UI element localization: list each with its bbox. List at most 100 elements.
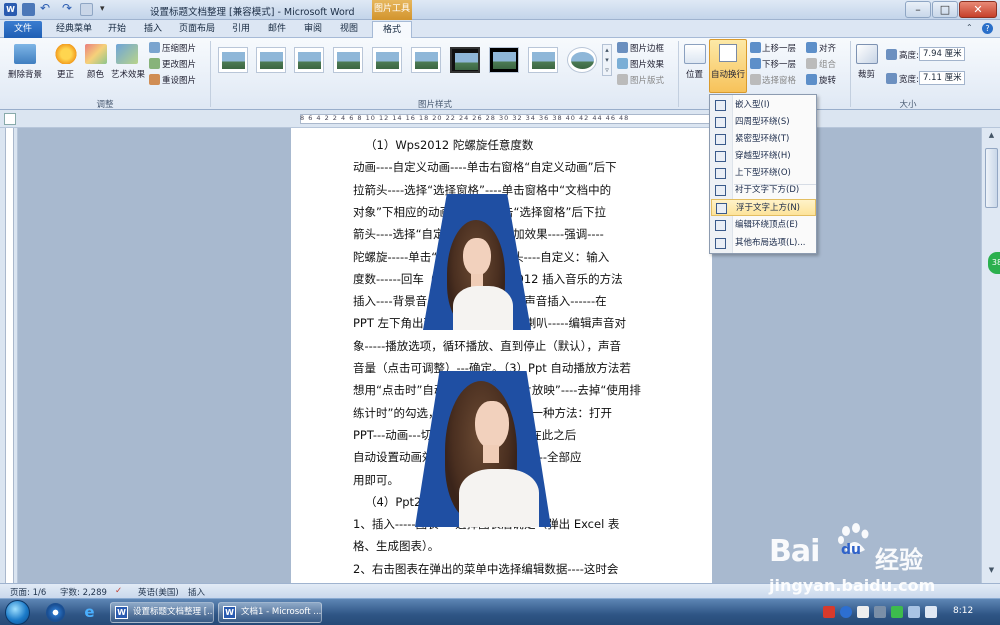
horizontal-ruler[interactable]: 8 6 4 2 2 4 6 8 10 12 14 16 18 20 22 24 …: [0, 110, 1000, 128]
scroll-thumb[interactable]: [985, 148, 998, 208]
status-mode[interactable]: 插入: [188, 586, 205, 598]
selection-pane-icon[interactable]: [750, 74, 761, 85]
picture-style-7[interactable]: [450, 47, 480, 73]
document-line[interactable]: 格、生成图表）。: [353, 535, 649, 557]
status-language[interactable]: 英语(美国): [138, 586, 179, 598]
menu-item-square[interactable]: 四周型环绕(S): [711, 114, 816, 131]
tab-format[interactable]: 格式: [372, 21, 412, 38]
vertical-ruler[interactable]: [0, 128, 18, 583]
position-icon[interactable]: [684, 44, 706, 64]
group-icon[interactable]: [806, 58, 817, 69]
width-input[interactable]: 7.11 厘米: [919, 71, 965, 85]
color-icon[interactable]: [85, 44, 107, 64]
change-picture-button[interactable]: 更改图片: [162, 58, 196, 70]
picture-border-icon[interactable]: [617, 42, 628, 53]
tab-references[interactable]: 引用: [226, 21, 256, 38]
close-button[interactable]: ✕: [959, 1, 997, 18]
correct-button[interactable]: 更正: [57, 68, 74, 80]
start-button[interactable]: [5, 600, 30, 625]
save-icon[interactable]: [22, 3, 35, 16]
quick-access-dropdown-icon[interactable]: ▾: [100, 3, 113, 16]
minimize-ribbon-icon[interactable]: ⌃: [966, 23, 976, 33]
side-badge[interactable]: 38: [988, 252, 1000, 274]
align-button[interactable]: 对齐: [819, 42, 836, 54]
picture-border-button[interactable]: 图片边框: [630, 42, 664, 54]
reset-picture-icon[interactable]: [149, 74, 160, 85]
vertical-scrollbar[interactable]: ▲ ▼: [981, 128, 1000, 583]
redo-icon[interactable]: ↷: [62, 2, 75, 16]
picture-style-8[interactable]: [489, 47, 519, 73]
group-button[interactable]: 组合: [819, 58, 836, 70]
picture-effect-button[interactable]: 图片效果: [630, 58, 664, 70]
taskbar-item-document1[interactable]: W 文档1 - Microsoft ...: [218, 602, 322, 623]
tab-view[interactable]: 视图: [334, 21, 364, 38]
picture-effect-icon[interactable]: [617, 58, 628, 69]
taskbar-item-document[interactable]: W 设置标题文档整理 [...: [110, 602, 214, 623]
picture-layout-icon[interactable]: [617, 74, 628, 85]
ie-icon[interactable]: e: [80, 603, 99, 622]
rotate-icon[interactable]: [806, 74, 817, 85]
picture-style-1[interactable]: [218, 47, 248, 73]
picture-style-9[interactable]: [528, 47, 558, 73]
position-button[interactable]: 位置: [686, 68, 703, 80]
document-area[interactable]: （1）Wps2012 陀螺旋任意度数 动画----自定义动画----单击右窗格“自…: [19, 128, 981, 583]
document-line[interactable]: 2、右击图表在弹出的菜单中选择编辑数据----这时会: [353, 558, 649, 580]
browser-icon[interactable]: [46, 603, 65, 622]
styles-gallery-scroll[interactable]: ▴ ▾ ▿: [602, 44, 612, 76]
height-input[interactable]: 7.94 厘米: [919, 47, 965, 61]
bring-forward-button[interactable]: 上移一层: [762, 42, 796, 54]
tab-page-layout[interactable]: 页面布局: [174, 21, 220, 38]
remove-background-icon[interactable]: [14, 44, 36, 64]
rotate-button[interactable]: 旋转: [819, 74, 836, 86]
scroll-down-arrow[interactable]: ▼: [985, 566, 998, 578]
compress-pictures-icon[interactable]: [149, 42, 160, 53]
help-icon[interactable]: ?: [982, 23, 993, 34]
tab-insert[interactable]: 插入: [138, 21, 168, 38]
reset-picture-button[interactable]: 重设图片: [162, 74, 196, 86]
art-effect-icon[interactable]: [116, 44, 138, 64]
art-effect-button[interactable]: 艺术效果: [111, 68, 145, 80]
undo-icon[interactable]: ↶: [40, 2, 53, 16]
align-icon[interactable]: [806, 42, 817, 53]
picture-style-10[interactable]: [567, 47, 597, 73]
document-page[interactable]: （1）Wps2012 陀螺旋任意度数 动画----自定义动画----单击右窗格“自…: [291, 128, 712, 583]
scroll-up-arrow[interactable]: ▲: [985, 131, 998, 143]
menu-item-edit-wrap-points[interactable]: 编辑环绕顶点(E): [711, 217, 816, 234]
picture-style-4[interactable]: [333, 47, 363, 73]
menu-item-more-layout-options[interactable]: 其他布局选项(L)...: [711, 235, 816, 252]
picture-style-2[interactable]: [256, 47, 286, 73]
send-backward-icon[interactable]: [750, 58, 761, 69]
menu-item-in-front-of-text[interactable]: 浮于文字上方(N): [711, 199, 816, 216]
word-app-icon[interactable]: W: [4, 3, 17, 16]
menu-item-behind-text[interactable]: 衬于文字下方(D): [711, 182, 816, 199]
status-page[interactable]: 页面: 1/6: [10, 586, 46, 598]
picture-style-3[interactable]: [294, 47, 324, 73]
maximize-button[interactable]: □: [932, 1, 958, 18]
document-line[interactable]: 象-----播放选项，循环播放、直到停止（默认），声音: [353, 335, 649, 357]
crop-icon[interactable]: [856, 44, 878, 64]
bring-forward-icon[interactable]: [750, 42, 761, 53]
picture-layout-button[interactable]: 图片版式: [630, 74, 664, 86]
tab-review[interactable]: 审阅: [298, 21, 328, 38]
send-backward-button[interactable]: 下移一层: [762, 58, 796, 70]
change-picture-icon[interactable]: [149, 58, 160, 69]
minimize-button[interactable]: –: [905, 1, 931, 18]
auto-wrap-button[interactable]: 自动换行: [709, 39, 747, 93]
picture-style-6[interactable]: [411, 47, 441, 73]
customize-quick-access-icon[interactable]: [80, 3, 93, 16]
tab-selector[interactable]: [4, 113, 16, 125]
color-button[interactable]: 颜色: [87, 68, 104, 80]
tab-classic-menu[interactable]: 经典菜单: [50, 21, 98, 38]
correct-icon[interactable]: [55, 44, 77, 64]
compress-pictures-button[interactable]: 压缩图片: [162, 42, 196, 54]
menu-item-through[interactable]: 穿越型环绕(H): [711, 148, 816, 165]
menu-item-tight[interactable]: 紧密型环绕(T): [711, 131, 816, 148]
remove-background-button[interactable]: 删除背景: [8, 68, 42, 80]
document-line[interactable]: （1）Wps2012 陀螺旋任意度数: [365, 134, 661, 156]
menu-item-inline[interactable]: 嵌入型(I): [711, 97, 816, 114]
tab-home[interactable]: 开始: [102, 21, 132, 38]
tab-mailings[interactable]: 邮件: [262, 21, 292, 38]
selection-pane-button[interactable]: 选择窗格: [762, 74, 796, 86]
picture-style-5[interactable]: [372, 47, 402, 73]
menu-item-top-bottom[interactable]: 上下型环绕(O): [711, 165, 816, 182]
